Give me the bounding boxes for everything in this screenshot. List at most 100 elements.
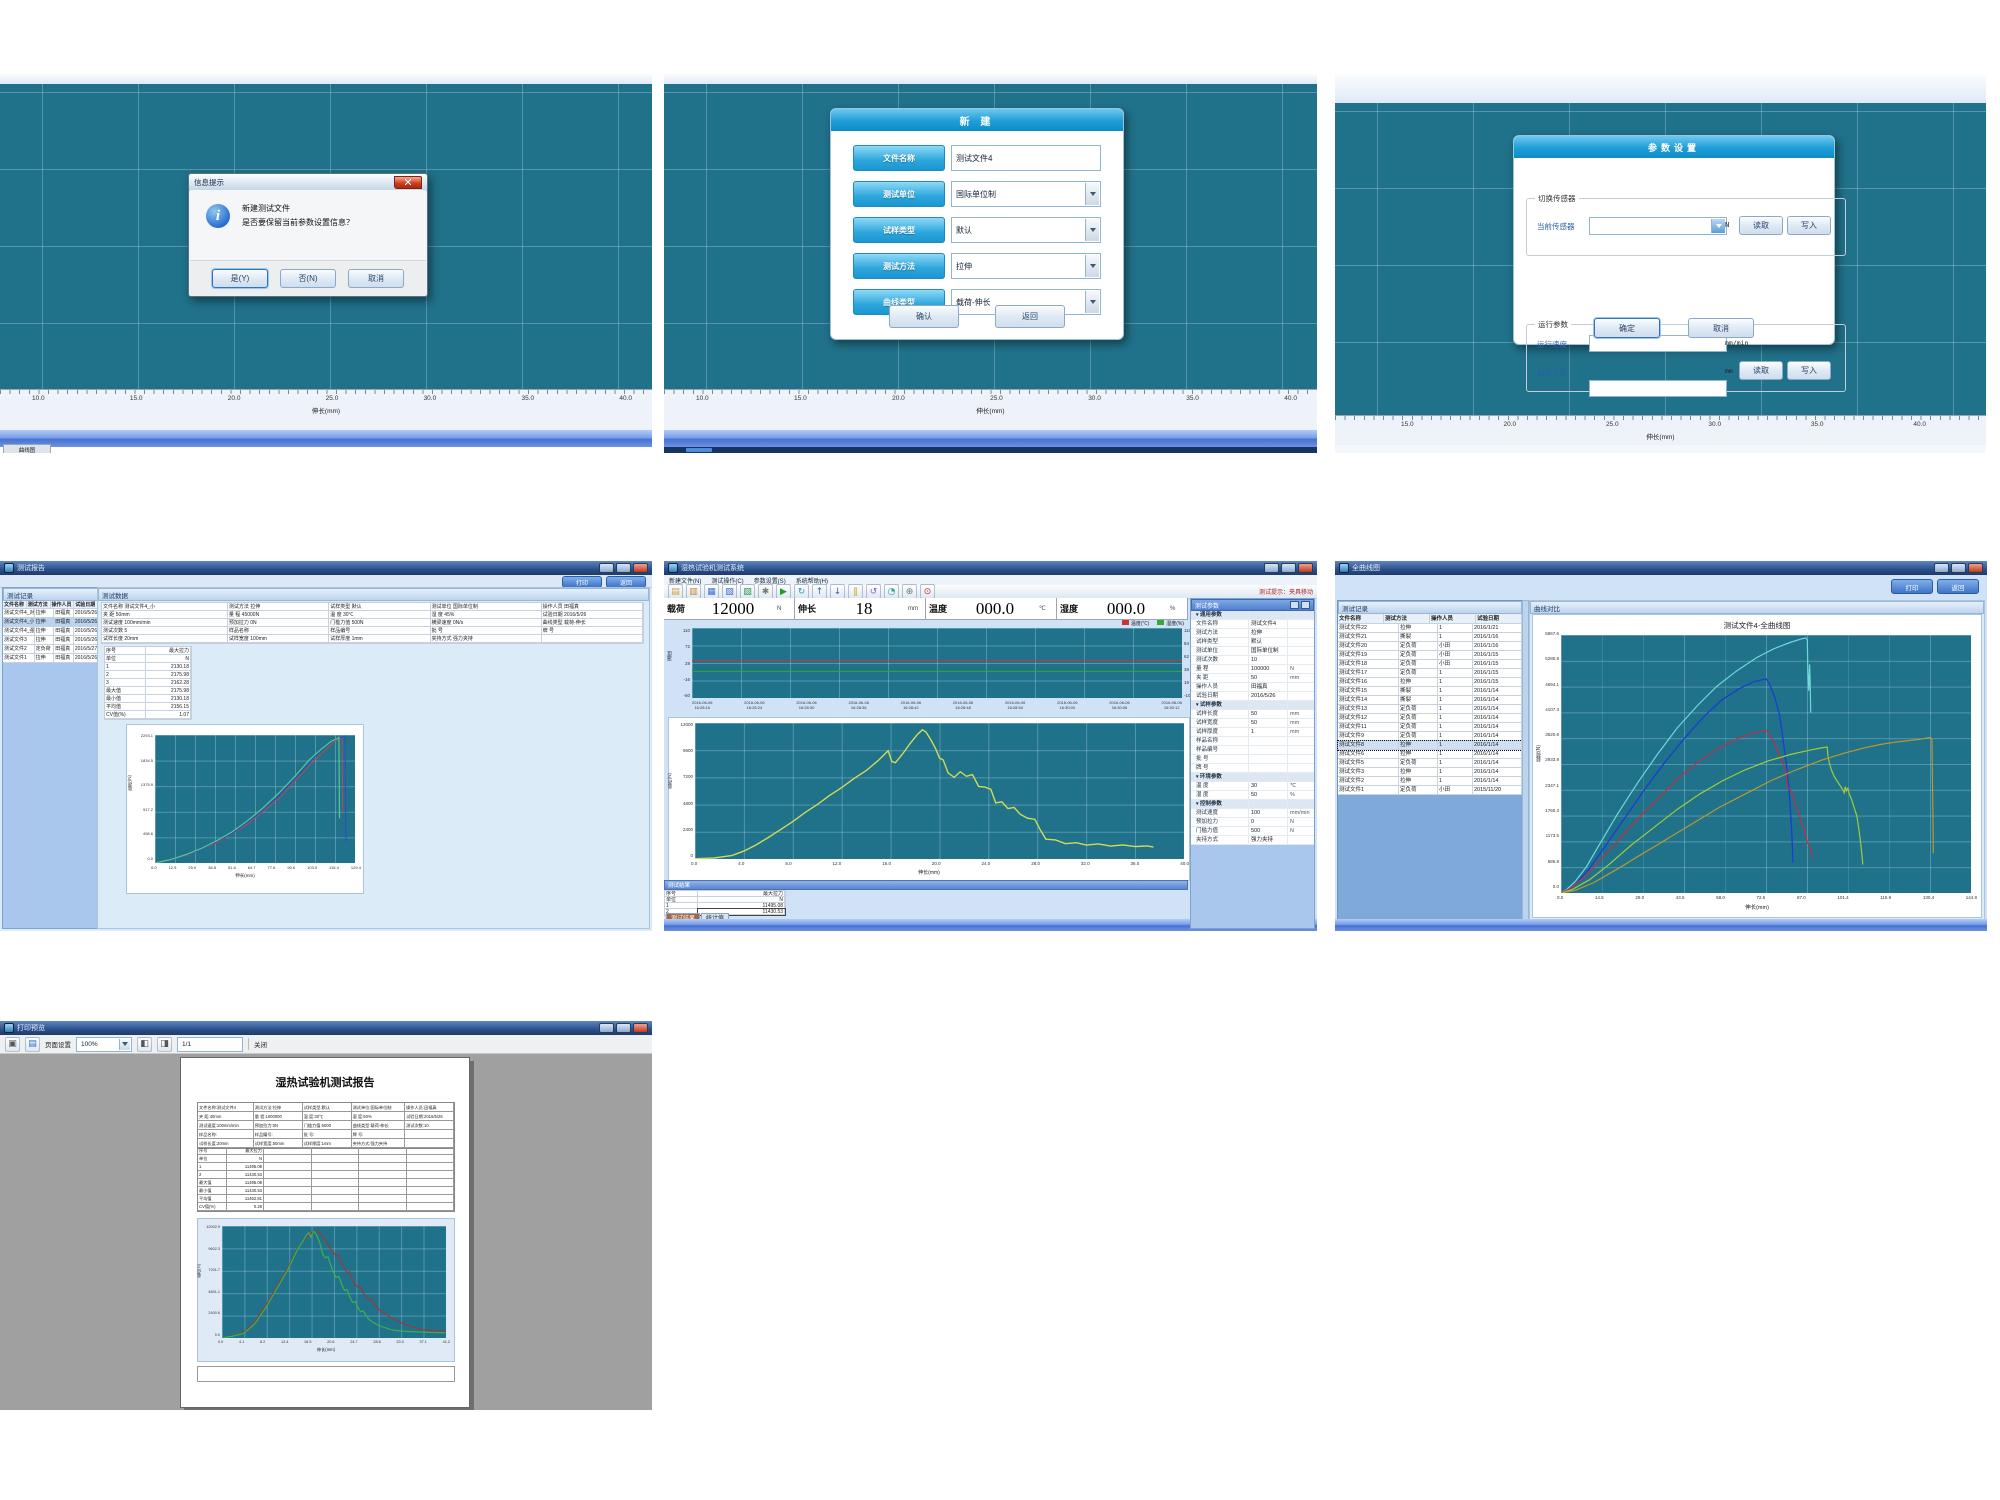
pin-icon[interactable] [1290, 601, 1299, 609]
param-row[interactable]: 样品名称 [1191, 737, 1314, 746]
toolbar-icon[interactable]: ‖ [848, 584, 863, 599]
write-button[interactable]: 写入 [1787, 216, 1831, 235]
close-preview-button[interactable]: 关闭 [254, 1039, 267, 1049]
param-row[interactable]: 文件名称 测试文件4 [1191, 620, 1314, 629]
close-button[interactable] [633, 563, 648, 573]
column-header[interactable]: 试验日期 [74, 601, 98, 609]
toolbar-icon[interactable]: ▦ [704, 584, 719, 599]
printer-icon[interactable]: ▣ [5, 1037, 20, 1052]
chevron-down-icon[interactable] [1085, 219, 1099, 241]
table-row[interactable]: 测试文件16 拉伸 1 2016/1/15 [1338, 678, 1522, 687]
table-row[interactable]: 测试文件4_小田 拉伸 田福真 2016/5/26 [3, 618, 98, 627]
param-row[interactable]: 测试次数 10 [1191, 656, 1314, 665]
table-row[interactable]: 测试文件14 撕裂 1 2016/1/14 [1338, 696, 1522, 705]
prev-page-icon[interactable]: ◧ [137, 1037, 152, 1052]
param-row[interactable]: 控制参数 [1191, 800, 1314, 809]
table-row[interactable]: 测试文件13 定负荷 1 2016/1/14 [1338, 705, 1522, 714]
titlebar[interactable]: 打印预览 [0, 1021, 652, 1035]
toolbar-icon[interactable]: ▧ [722, 584, 737, 599]
minimize-button[interactable] [599, 1023, 614, 1033]
toolbar-icon[interactable]: ▨ [740, 584, 755, 599]
chevron-down-icon[interactable] [119, 1039, 130, 1050]
dialog-titlebar[interactable]: 信息提示 [189, 174, 427, 191]
param-row[interactable]: 门槛力值 500 N [1191, 827, 1314, 836]
minimize-button[interactable] [1934, 563, 1949, 573]
table-row[interactable]: 测试文件9 定负荷 1 2016/1/14 [1338, 732, 1522, 741]
column-header[interactable]: 试验日期 [1476, 614, 1522, 624]
page-setup-icon[interactable]: ▤ [25, 1037, 40, 1052]
next-page-icon[interactable]: ◨ [157, 1037, 172, 1052]
table-row[interactable]: 测试文件18 定负荷 小田 2016/1/15 [1338, 660, 1522, 669]
confirm-button[interactable]: 确认 [889, 305, 959, 328]
toolbar-icon[interactable]: ✱ [758, 584, 773, 599]
taskbar-item[interactable] [686, 448, 712, 452]
yes-button[interactable]: 是(Y) [212, 269, 268, 288]
column-header[interactable]: 操作人员 [51, 601, 75, 609]
param-row[interactable]: 批 号 [1191, 755, 1314, 764]
param-row[interactable]: 通用参数 [1191, 611, 1314, 620]
close-icon[interactable] [1301, 601, 1310, 609]
toolbar-icon[interactable]: ↑ [812, 584, 827, 599]
table-row[interactable]: 测试文件15 撕裂 1 2016/1/14 [1338, 687, 1522, 696]
print-button[interactable]: 打印 [1891, 579, 1933, 594]
table-row[interactable]: 测试文件6 拉伸 1 2016/1/14 [1338, 750, 1522, 759]
table-row[interactable]: 测试文件3 拉伸 田福真 2016/5/26 [3, 636, 98, 645]
maximize-button[interactable] [616, 563, 631, 573]
toolbar-icon[interactable]: ↻ [794, 584, 809, 599]
param-row[interactable]: 试样类型 默认 [1191, 638, 1314, 647]
table-row[interactable]: 测试文件8 拉伸 1 2016/1/14 [1338, 741, 1522, 750]
column-header[interactable]: 文件名称 [1338, 614, 1384, 624]
table-row[interactable]: 测试文件5 定负荷 1 2016/1/14 [1338, 759, 1522, 768]
dropdown[interactable]: 拉伸 [951, 253, 1101, 279]
column-header[interactable]: 测试方法 [27, 601, 51, 609]
table-row[interactable]: 测试文件1 拉伸 田福真 2016/5/26 [3, 654, 98, 663]
param-row[interactable]: 测试速度 100 mm/min [1191, 809, 1314, 818]
param-row[interactable]: 试样宽度 50 mm [1191, 719, 1314, 728]
no-button[interactable]: 否(N) [280, 269, 336, 288]
minimize-button[interactable] [599, 563, 614, 573]
param-row[interactable]: 操作人员 田福真 [1191, 683, 1314, 692]
table-row[interactable]: 测试文件2 拉伸 1 2016/1/14 [1338, 777, 1522, 786]
param-row[interactable]: 预加拉力 0 N [1191, 818, 1314, 827]
toolbar-icon[interactable]: ↓ [830, 584, 845, 599]
param-panel-header[interactable]: 测试参数 [1191, 599, 1314, 611]
table-row[interactable]: 测试文件11 定负荷 1 2016/1/14 [1338, 723, 1522, 732]
page-setup-label[interactable]: 页面设置 [45, 1039, 71, 1049]
close-button[interactable] [633, 1023, 648, 1033]
param-row[interactable]: 环境参数 [1191, 773, 1314, 782]
zoom-select[interactable]: 100% [76, 1037, 132, 1052]
param-row[interactable]: 夹 距 50 mm [1191, 674, 1314, 683]
param-row[interactable]: 试样长度 50 mm [1191, 710, 1314, 719]
param-row[interactable]: 温 度 30 ℃ [1191, 782, 1314, 791]
maximize-button[interactable] [1951, 563, 1966, 573]
toolbar-icon[interactable]: ↺ [866, 584, 881, 599]
toolbar-icon[interactable]: ⊙ [920, 584, 935, 599]
gap-input[interactable] [1589, 380, 1727, 397]
param-row[interactable]: 测试单位 国际单位制 [1191, 647, 1314, 656]
sensor-dropdown[interactable] [1589, 217, 1727, 235]
maximize-button[interactable] [616, 1023, 631, 1033]
toolbar-icon[interactable]: ◔ [884, 584, 899, 599]
table-row[interactable]: 测试文件12 定负荷 1 2016/1/14 [1338, 714, 1522, 723]
table-row[interactable]: 测试文件3 拉伸 1 2016/1/14 [1338, 768, 1522, 777]
toolbar-icon[interactable]: ⊕ [902, 584, 917, 599]
chart-tab[interactable]: 曲线图 [3, 444, 51, 453]
filename-input[interactable]: 测试文件4 [951, 145, 1101, 171]
param-row[interactable]: 量 程 100000 N [1191, 665, 1314, 674]
dropdown[interactable]: 国际单位制 [951, 181, 1101, 207]
page-number-field[interactable]: 1/1 [177, 1037, 243, 1052]
toolbar-icon[interactable]: ▶ [776, 584, 791, 599]
column-header[interactable]: 操作人员 [1430, 614, 1476, 624]
dropdown[interactable]: 默认 [951, 217, 1101, 243]
table-row[interactable]: 测试文件4_对比 拉伸 田福真 2016/5/26 [3, 609, 98, 618]
close-button[interactable] [1968, 563, 1983, 573]
param-row[interactable]: 试样厚度 1 mm [1191, 728, 1314, 737]
table-row[interactable]: 测试文件19 定负荷 小田 2016/1/15 [1338, 651, 1522, 660]
table-row[interactable]: 测试文件2 定负荷 田福真 2016/5/27 [3, 645, 98, 654]
titlebar[interactable]: 测试报告 [0, 561, 652, 575]
chevron-down-icon[interactable] [1085, 183, 1099, 205]
param-row[interactable]: 夹持方式 强力夹持 [1191, 836, 1314, 845]
read-button-2[interactable]: 读取 [1739, 361, 1783, 380]
maximize-button[interactable] [1281, 563, 1296, 573]
param-row[interactable]: 试验日期 2016/5/26 [1191, 692, 1314, 701]
